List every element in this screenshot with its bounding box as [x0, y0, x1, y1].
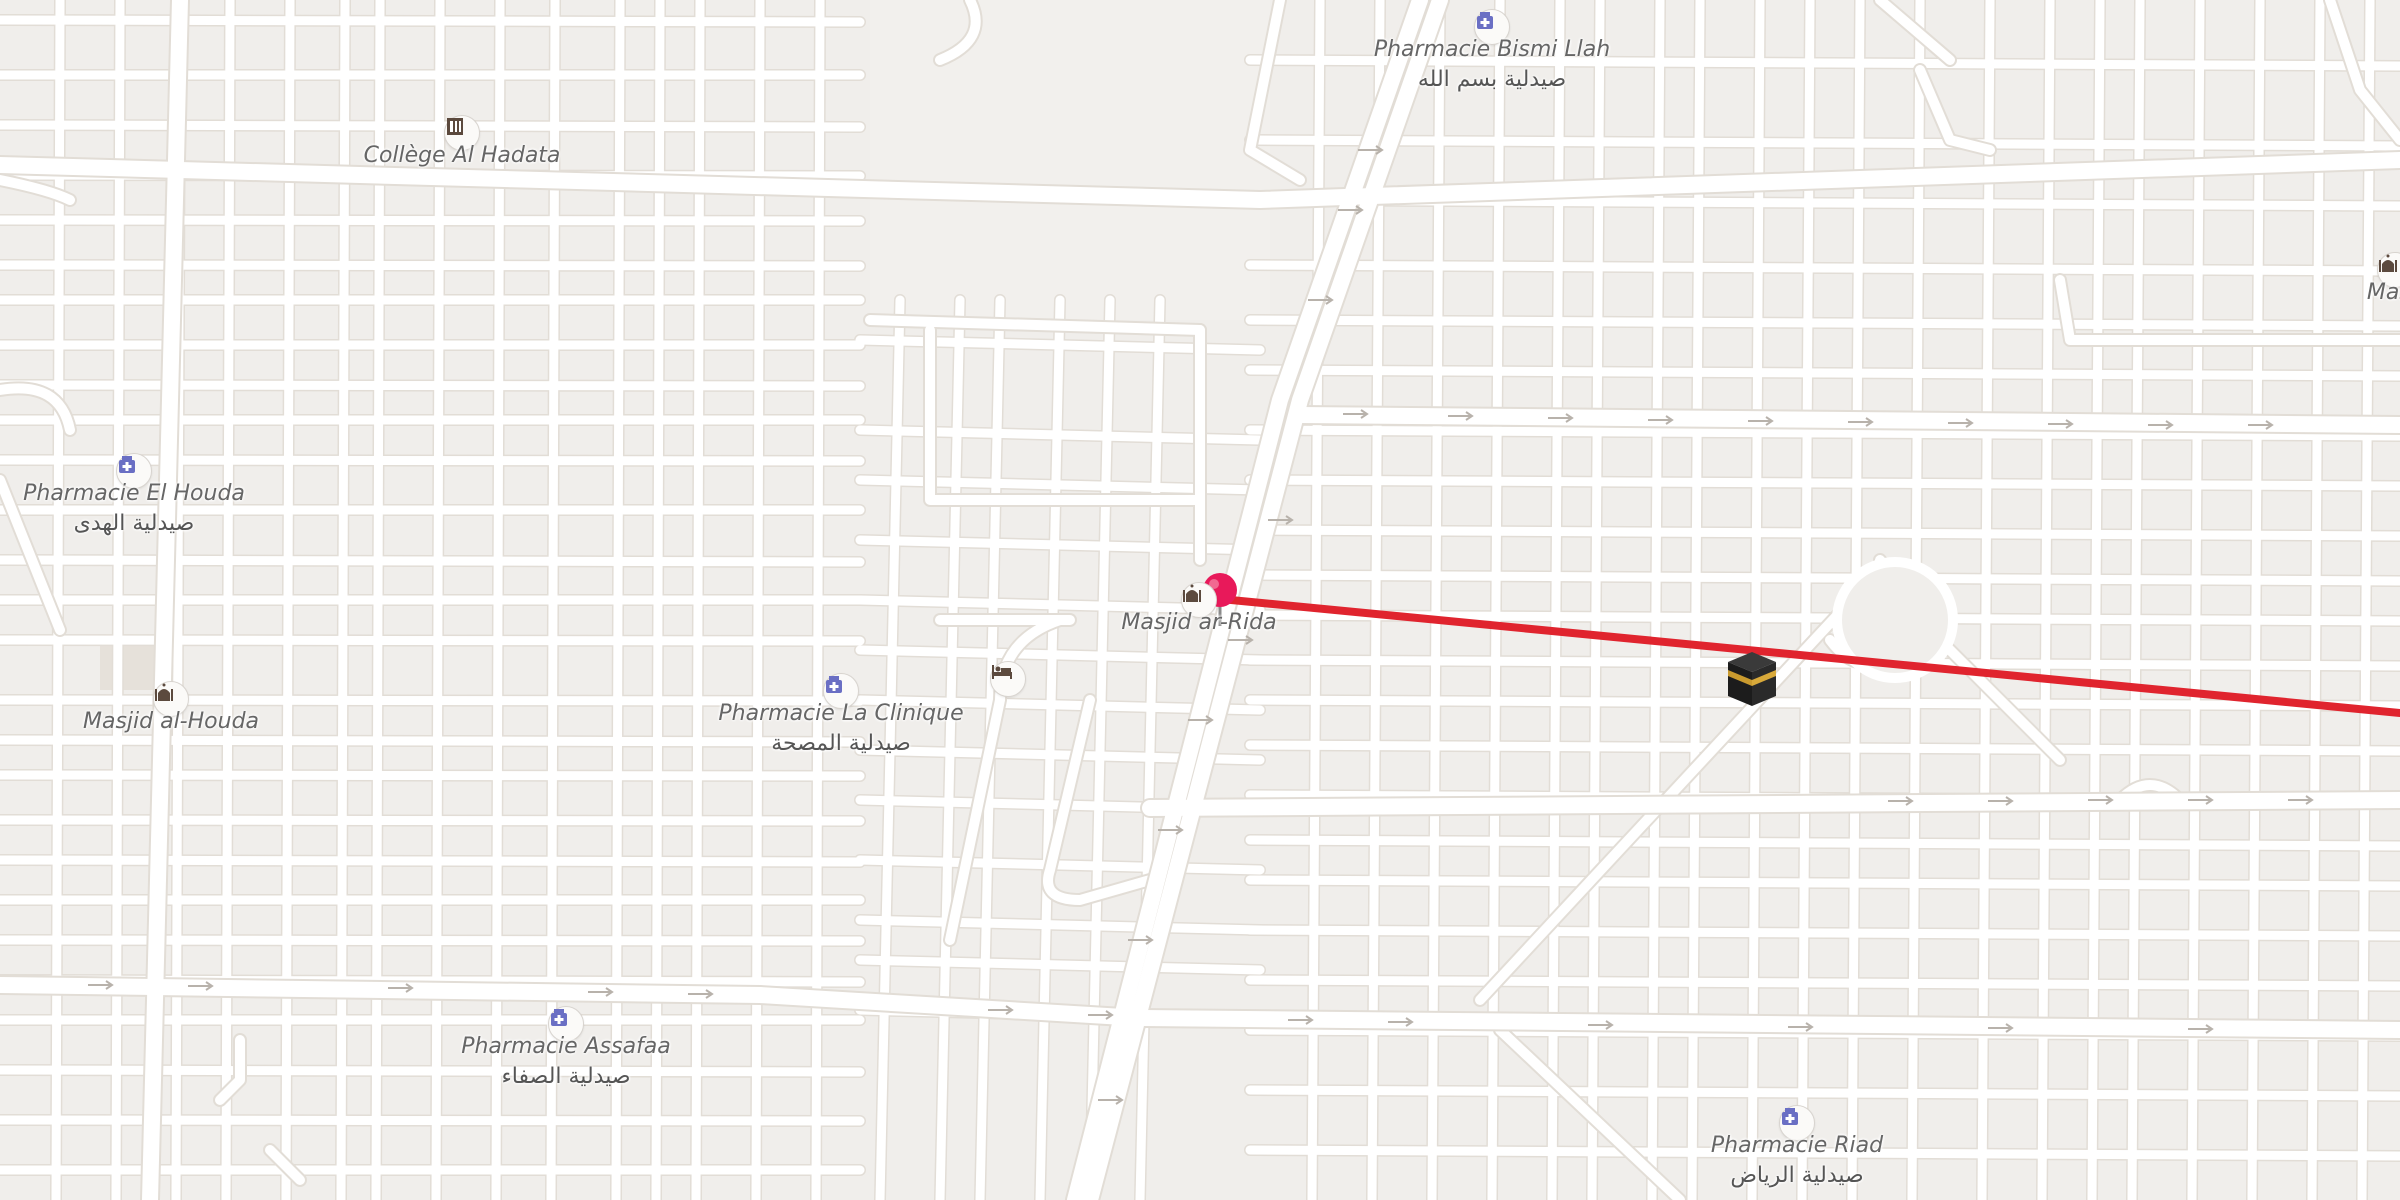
qibla-direction-line — [1196, 593, 2400, 717]
poi-pharmacie-assafaa[interactable]: Pharmacie Assafaa صيدلية الصفاء — [461, 1006, 671, 1089]
poi-name: Masjid al-Houda — [82, 709, 260, 734]
poi-label: Pharmacie El Houda صيدلية الهدى — [23, 479, 245, 539]
poi-label: Pharmacie Assafaa صيدلية الصفاء — [461, 1032, 671, 1092]
poi-name: Pharmacie La Clinique — [718, 701, 964, 726]
poi-pharmacie-bismi-llah[interactable]: Pharmacie Bismi Llah صيدلية بسم الله — [1374, 9, 1610, 92]
poi-name-arabic: صيدلية الهدى — [73, 511, 195, 536]
poi-name-arabic: صيدلية المصحة — [771, 731, 911, 756]
poi-pharmacie-la-clinique[interactable]: Pharmacie La Clinique صيدلية المصحة — [718, 673, 964, 756]
poi-hotel[interactable] — [990, 661, 1026, 697]
poi-label: Pharmacie Riad صيدلية الرياض — [1711, 1131, 1883, 1191]
poi-label: Pharmacie Bismi Llah صيدلية بسم الله — [1374, 35, 1610, 95]
poi-name: Pharmacie Bismi Llah — [1373, 37, 1611, 62]
poi-label: Masji — [2367, 278, 2400, 308]
poi-name: Pharmacie Assafaa — [461, 1034, 671, 1059]
poi-label: Collège Al Hadata — [364, 141, 561, 171]
poi-name: Masji — [2366, 280, 2400, 305]
poi-name: Pharmacie Riad — [1710, 1133, 1884, 1158]
bed-icon — [990, 661, 1026, 697]
poi-name-arabic: صيدلية بسم الله — [1417, 67, 1567, 92]
kaaba-icon-graphic — [1728, 652, 1776, 706]
poi-pharmacie-el-houda[interactable]: Pharmacie El Houda صيدلية الهدى — [23, 453, 245, 536]
map-canvas[interactable]: Pharmacie Bismi Llah صيدلية بسم الله Collè… — [0, 0, 2400, 1200]
poi-label: Pharmacie La Clinique صيدلية المصحة — [718, 699, 963, 759]
poi-college-al-hadata[interactable]: Collège Al Hadata — [364, 115, 560, 168]
poi-name: Collège Al Hadata — [363, 143, 561, 168]
poi-label: Masjid al-Houda — [83, 707, 259, 737]
poi-name-arabic: صيدلية الرياض — [1730, 1163, 1864, 1188]
poi-masjid-edge[interactable]: Masji — [2367, 252, 2400, 305]
poi-name: Pharmacie El Houda — [23, 481, 245, 506]
poi-masjid-ar-rida[interactable]: Masjid ar-Rida — [1121, 582, 1277, 635]
poi-pharmacie-riad[interactable]: Pharmacie Riad صيدلية الرياض — [1711, 1105, 1883, 1188]
poi-name-arabic: صيدلية الصفاء — [501, 1064, 631, 1089]
poi-masjid-al-houda[interactable]: Masjid al-Houda — [83, 681, 259, 734]
poi-name: Masjid ar-Rida — [1121, 610, 1277, 635]
poi-label: Masjid ar-Rida — [1121, 608, 1276, 638]
